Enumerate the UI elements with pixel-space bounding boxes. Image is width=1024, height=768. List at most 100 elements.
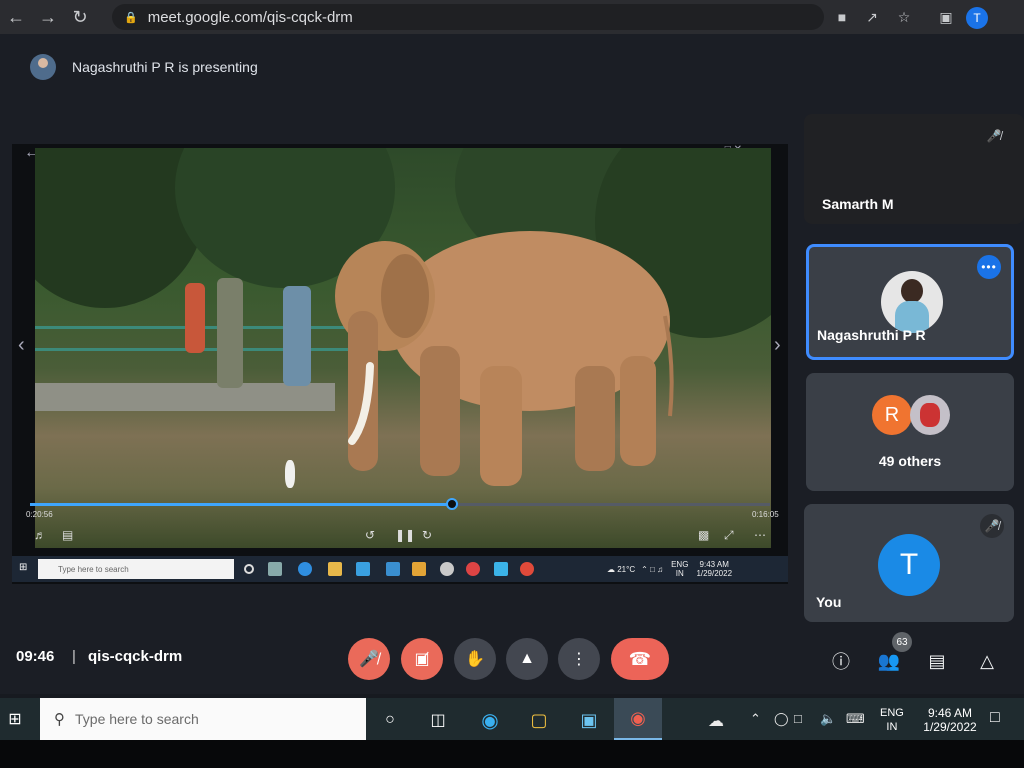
mic-off-icon: 🎤̸ — [980, 514, 1004, 538]
taskbar-clock[interactable]: 9:46 AM 1/29/2022 — [918, 706, 982, 734]
participant-tile-you[interactable]: 🎤̸ T You — [804, 504, 1014, 622]
present-screen-button[interactable]: ▲ — [506, 638, 548, 680]
presenting-text: Nagashruthi P R is presenting — [72, 59, 258, 75]
cortana-icon[interactable]: ○ — [378, 708, 402, 732]
more-options-button[interactable]: ⋮ — [558, 638, 600, 680]
participant-avatar: T — [878, 534, 940, 596]
screen-capture: ← → ↻ 🔒 meet.google.com/qis-cqck-drm ■ ↗… — [0, 0, 1024, 768]
chat-icon[interactable]: ▤ — [924, 648, 950, 674]
people-icon[interactable]: 👥 — [876, 648, 902, 674]
shared-screen: ← — □ ✕ ‹ › — [12, 144, 788, 584]
edge-icon[interactable]: ◉ — [478, 708, 502, 732]
clock-time: 9:46 AM — [927, 706, 973, 720]
meet-now-icon[interactable]: ◯ — [774, 711, 789, 727]
share-icon[interactable]: ↗ — [858, 4, 886, 30]
video-player[interactable] — [35, 148, 771, 548]
lock-icon: 🔒 — [124, 11, 138, 24]
activities-icon[interactable]: △ — [974, 648, 1000, 674]
chrome-icon — [466, 562, 480, 576]
address-bar[interactable]: 🔒 meet.google.com/qis-cqck-drm — [112, 4, 824, 30]
camera-toggle-button[interactable]: ▣̸ — [401, 638, 443, 680]
chevron-left-icon[interactable]: ‹ — [18, 334, 25, 357]
reload-icon[interactable]: ↻ — [64, 0, 96, 34]
participant-avatar — [881, 271, 943, 333]
app-icon — [440, 562, 454, 576]
fullscreen-icon[interactable]: ⤢ — [724, 528, 734, 543]
video-progress-bar[interactable] — [30, 498, 770, 510]
more-vert-icon: ⋮ — [571, 651, 587, 668]
stone-wall — [35, 383, 335, 411]
meeting-time: 09:46 — [16, 648, 55, 665]
camera-off-icon: ▣̸ — [414, 651, 430, 668]
volume-icon[interactable]: 🔈 — [820, 711, 836, 727]
chrome-icon — [520, 562, 534, 576]
lang-bottom: IN — [675, 569, 684, 578]
meet-main: Nagashruthi P R is presenting ← — □ ✕ ‹ … — [0, 34, 1024, 694]
lang-bottom: IN — [886, 721, 898, 733]
video-progress-fill — [30, 503, 452, 506]
monitor-bezel — [0, 740, 1024, 768]
chevron-up-icon[interactable]: ⌃ — [750, 711, 761, 727]
keyboard-icon[interactable]: ⌨ — [846, 711, 865, 727]
language-indicator[interactable]: ENG IN — [880, 706, 904, 734]
chevron-right-icon[interactable]: › — [774, 334, 781, 357]
clock-time: 9:43 AM — [699, 560, 729, 569]
video-time-current: 0:20:56 — [26, 510, 53, 519]
captions-icon[interactable]: ▤ — [62, 528, 73, 542]
temperature: 21°C — [617, 564, 636, 574]
chrome-icon[interactable]: ◉ — [614, 698, 662, 740]
lang-top: ENG — [880, 707, 904, 719]
more-options-icon[interactable]: ⋯ — [754, 528, 766, 542]
weather-icon: ☁ — [607, 564, 618, 574]
participant-avatar — [910, 395, 950, 435]
task-view-icon[interactable]: ◫ — [426, 708, 450, 732]
video-scrubber-handle[interactable] — [445, 498, 458, 510]
participant-tile-others[interactable]: R 49 others — [806, 373, 1014, 491]
mic-off-icon: 🎤̸ — [359, 651, 379, 668]
bookmark-star-icon[interactable]: ☆ — [890, 4, 918, 30]
forward-30-icon[interactable]: ↻ — [422, 528, 432, 542]
present-icon: ▲ — [519, 650, 535, 667]
search-icon: ⚲ — [54, 711, 65, 728]
visitor — [217, 278, 243, 388]
forward-arrow-icon[interactable]: → — [32, 0, 64, 34]
rewind-10-icon[interactable]: ↺ — [365, 528, 375, 542]
microphone-toggle-button[interactable]: 🎤̸ — [348, 638, 390, 680]
back-arrow-icon[interactable]: ← — [0, 0, 32, 34]
store-icon — [356, 562, 370, 576]
participant-name: Nagashruthi P R — [817, 327, 926, 343]
folder-icon[interactable]: ▢ — [527, 708, 551, 732]
others-count: 49 others — [878, 453, 942, 469]
subtitles-icon[interactable]: ▩ — [698, 528, 709, 542]
participant-tile-nagashruthi[interactable]: ••• Nagashruthi P R — [806, 244, 1014, 360]
raise-hand-button[interactable]: ✋ — [454, 638, 496, 680]
presenter-avatar — [30, 54, 56, 80]
mail-icon — [386, 562, 400, 576]
phone-hangup-icon: ☎ — [628, 648, 652, 669]
folder-icon — [328, 562, 342, 576]
info-icon[interactable]: ⓘ — [828, 648, 854, 674]
volume-icon[interactable]: ♬ — [34, 528, 46, 542]
participant-tile-samarth[interactable]: 🎤̸ Samarth M — [804, 114, 1024, 224]
store-icon[interactable]: ▣ — [577, 708, 601, 732]
separator: | — [72, 648, 76, 665]
pause-icon[interactable]: ❚❚ — [395, 528, 415, 542]
shared-search-box: Type here to search — [38, 559, 234, 579]
windows-start-icon: ⊞ — [19, 562, 28, 573]
clock-date: 1/29/2022 — [696, 569, 733, 578]
camera-icon[interactable]: ■ — [828, 4, 856, 30]
elephant — [335, 231, 674, 486]
windows-taskbar: ⊞ ⚲ Type here to search ○ ◫ ◉ ▢ ▣ ◉ ☁ ⌃ … — [0, 698, 1024, 740]
network-icon[interactable]: □ — [794, 711, 802, 726]
search-placeholder: Type here to search — [75, 711, 199, 727]
sidebar-icon[interactable]: ▣ — [932, 4, 960, 30]
notification-icon[interactable]: □ — [990, 709, 1000, 727]
end-call-button[interactable]: ☎ — [611, 638, 669, 680]
profile-avatar[interactable]: T — [966, 7, 988, 29]
taskbar-search-box[interactable]: ⚲ Type here to search — [40, 698, 366, 740]
participant-name: You — [816, 594, 842, 610]
cortana-icon — [244, 564, 254, 574]
more-options-button[interactable]: ••• — [977, 255, 1001, 279]
windows-start-icon[interactable]: ⊞ — [4, 708, 26, 730]
weather-icon[interactable]: ☁ — [708, 711, 724, 731]
